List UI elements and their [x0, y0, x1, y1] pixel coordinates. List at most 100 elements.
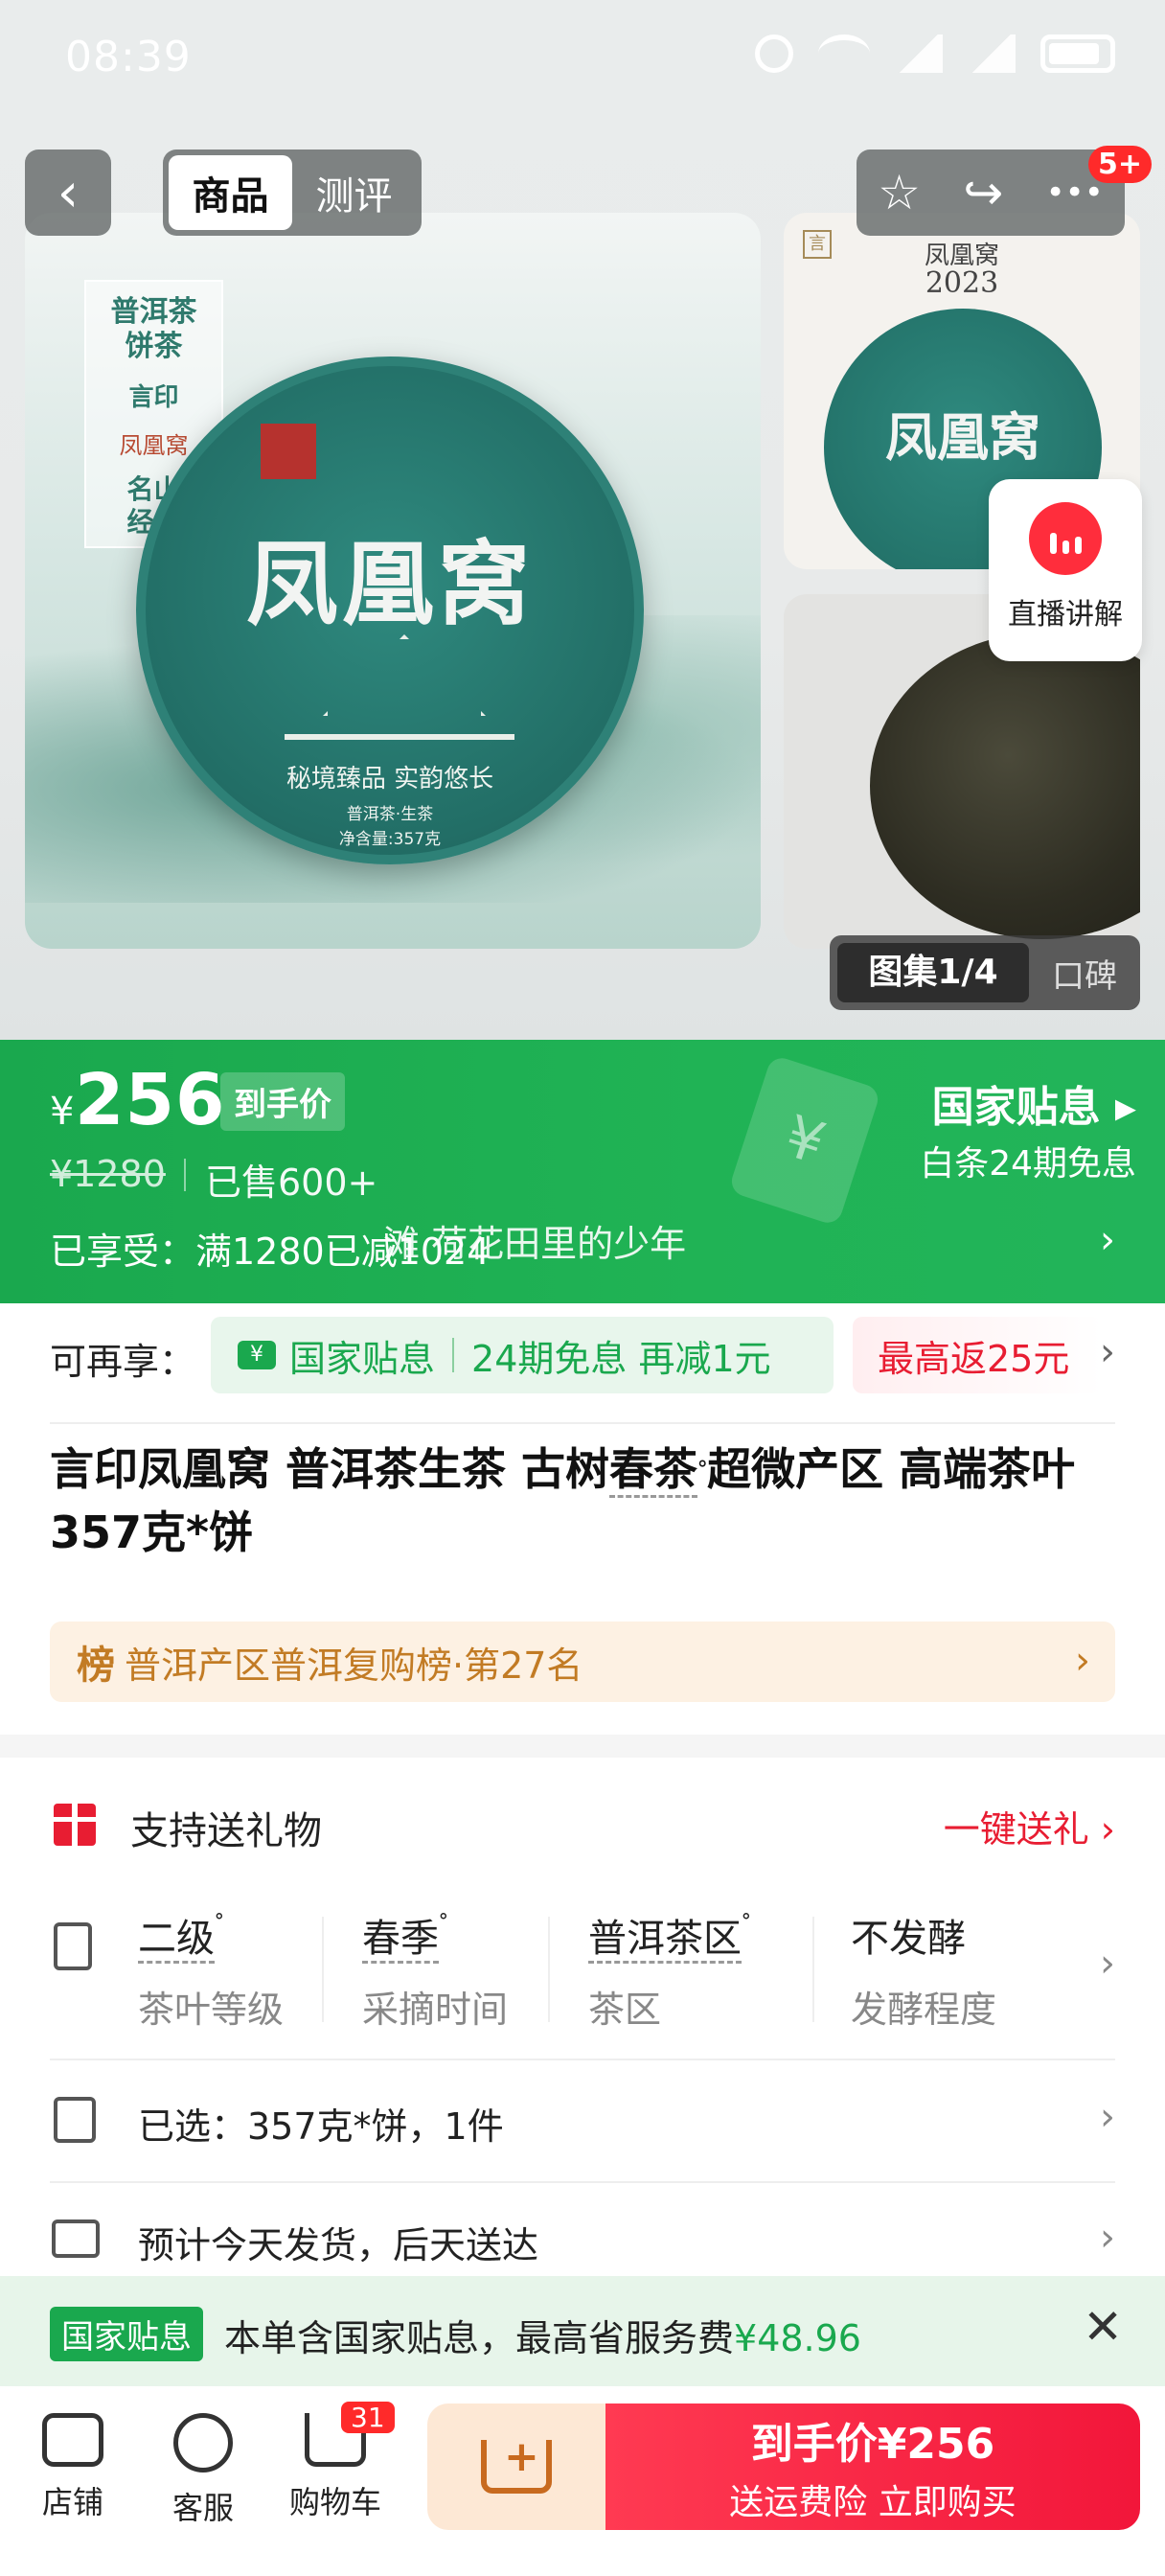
divider [50, 1422, 1115, 1424]
national-subsidy-link[interactable]: 国家贴息 ▸ [932, 1072, 1136, 1134]
installment-info: 白条24期免息 [920, 1144, 1136, 1184]
attributes-row[interactable]: 二级ᐤ 茶叶等级 春季ᐤ 采摘时间 普洱茶区ᐤ 茶区 不发酵 发酵程度 › [0, 1907, 1165, 2032]
subsidy-message: 本单含国家贴息，最高省服务费 [224, 2317, 735, 2359]
divider [548, 1917, 550, 2022]
main-product-image[interactable]: 普洱茶 饼茶 言印 凤凰窝 名山 经典 凤凰窝 秘境臻品 实韵悠长 普洱茶·生茶… [25, 213, 761, 949]
coupon-icon: ¥ [727, 1054, 882, 1227]
cake-small-text: 普洱茶·生茶 净含量:357克 [338, 805, 442, 849]
thumb-cake-title: 凤凰窝 [885, 406, 1040, 468]
attribute-fermentation[interactable]: 不发酵 发酵程度 [851, 1907, 1071, 2032]
signal-icon [895, 34, 943, 73]
tab-product[interactable]: 商品 [169, 155, 292, 230]
search-icon: ᐤ [742, 1907, 751, 1934]
product-title: 言印凤凰窝 普洱茶生茶 古树春茶ᐤ超微产区 高端茶叶 357克*饼 [50, 1438, 1115, 1564]
cart-count-badge: 31 [341, 2402, 395, 2433]
currency-symbol: ¥ [50, 1090, 75, 1134]
tab-review[interactable]: 测评 [292, 155, 416, 230]
price-banner: ¥ 256 到手价 ¥1280 已售600+ ¥ 国家贴息 ▸ 白条24期免息 … [0, 1040, 1165, 1303]
wifi-icon [818, 34, 870, 73]
gift-icon [54, 1804, 96, 1846]
section-gap [0, 1735, 1165, 1758]
divider [452, 1338, 455, 1372]
chevron-right-icon[interactable]: › [1100, 2216, 1115, 2260]
attribute-value: 不发酵 [851, 1917, 966, 1961]
installment-chip-label: 24期免息 再减1元 [471, 1337, 771, 1380]
buy-label: 送运费险 立即购买 [729, 2483, 1017, 2522]
subsidy-banner: 国家贴息 本单含国家贴息，最高省服务费¥48.96 ✕ [0, 2276, 1165, 2386]
reviews-tab[interactable]: 口碑 [1029, 950, 1140, 997]
bottom-action-bar: 店铺 客服 31 购物车 到手价¥256 送运费险 立即购买 [0, 2386, 1165, 2576]
battery-icon [1040, 34, 1115, 73]
divider [812, 1917, 814, 2022]
back-button[interactable]: ‹ [25, 150, 111, 236]
cashback-chip[interactable]: 最高返25元 [853, 1317, 1102, 1393]
divider [50, 2058, 1115, 2060]
cart-button[interactable]: 31 购物车 [278, 2402, 395, 2522]
extra-label: 可再享： [50, 1341, 196, 1383]
status-icons [755, 34, 1115, 73]
selected-text: 已选：357克*饼，1件 [138, 2105, 504, 2148]
thumb-year: 2023 [925, 266, 999, 300]
subsidy-chip-label: 国家贴息 [289, 1337, 436, 1380]
delivery-text: 预计今天发货，后天送达 [138, 2224, 539, 2266]
buy-price: 到手价¥256 [750, 2420, 995, 2469]
gift-row[interactable]: 支持送礼物 一键送礼 › [0, 1781, 1165, 1867]
signal-icon-2 [968, 34, 1016, 73]
product-gallery[interactable]: 普洱茶 饼茶 言印 凤凰窝 名山 经典 凤凰窝 秘境臻品 实韵悠长 普洱茶·生茶… [0, 0, 1165, 1040]
label-line-1: 普洱茶 饼茶 [110, 295, 197, 363]
label-line-3: 凤凰窝 [119, 432, 189, 459]
buy-now-button[interactable]: 到手价¥256 送运费险 立即购买 [605, 2404, 1140, 2530]
title-keyword[interactable]: 春茶 [609, 1443, 698, 1498]
gallery-index[interactable]: 图集1/4 [837, 943, 1029, 1002]
add-to-cart-button[interactable] [427, 2404, 605, 2530]
chevron-right-icon[interactable]: › [1100, 1942, 1115, 1986]
attribute-value: 春季 [362, 1917, 439, 1964]
ranking-bar[interactable]: 榜 普洱产区普洱复购榜·第27名 › [50, 1622, 1115, 1702]
final-price: 256 [75, 1059, 226, 1141]
extra-benefits[interactable]: 可再享： ¥ 国家贴息 24期免息 再减1元 最高返25元 › [0, 1303, 1165, 1409]
sold-count: 已售600+ [205, 1162, 378, 1204]
gallery-counter[interactable]: 图集1/4 口碑 [830, 935, 1140, 1010]
truck-icon [52, 2220, 100, 2258]
nav-tabs: 商品 测评 [163, 150, 422, 236]
gift-label: 支持送礼物 [130, 1809, 322, 1853]
search-icon: ᐤ [215, 1907, 224, 1934]
checklist-icon [54, 2097, 96, 2143]
send-gift-button[interactable]: 一键送礼 › [944, 1800, 1115, 1852]
label-line-2: 言印 [128, 383, 179, 412]
live-label: 直播讲解 [1008, 598, 1123, 632]
nav-actions: ☆ ↪ ••• [857, 150, 1125, 236]
selected-row[interactable]: 已选：357克*饼，1件 › [0, 2085, 1165, 2162]
customer-service-button[interactable]: 客服 [146, 2413, 261, 2528]
status-time: 08:39 [65, 33, 192, 81]
ranking-text: 普洱产区普洱复购榜·第27名 [125, 1644, 583, 1687]
chevron-right-icon[interactable]: › [1100, 1218, 1115, 1262]
subsidy-amount: ¥48.96 [734, 2317, 861, 2359]
tea-cake-image: 凤凰窝 秘境臻品 实韵悠长 普洱茶·生茶 净含量:357克 [136, 356, 644, 864]
star-icon[interactable]: ☆ [878, 165, 921, 220]
attribute-region[interactable]: 普洱茶区ᐤ 茶区 [588, 1907, 809, 2032]
delivery-row[interactable]: 预计今天发货，后天送达 › [0, 2206, 1165, 2273]
shop-button[interactable]: 店铺 [15, 2413, 130, 2522]
smile-icon [173, 2413, 233, 2472]
chevron-right-icon[interactable]: › [1100, 2095, 1115, 2139]
attribute-key: 茶叶等级 [138, 1989, 285, 2031]
share-icon[interactable]: ↪ [963, 165, 1003, 220]
attribute-grade[interactable]: 二级ᐤ 茶叶等级 [138, 1907, 358, 2032]
live-explain-button[interactable]: 直播讲解 [989, 479, 1142, 661]
divider [50, 2181, 1115, 2183]
red-seal-icon [261, 424, 316, 479]
divider [322, 1917, 324, 2022]
status-bar: 08:39 [0, 0, 1165, 115]
chevron-right-icon[interactable]: › [1100, 1330, 1115, 1374]
close-icon[interactable]: ✕ [1083, 2299, 1123, 2355]
live-icon [1029, 502, 1102, 575]
notification-badge: 5+ [1087, 146, 1152, 183]
final-price-tag: 到手价 [220, 1072, 345, 1131]
temple-illustration [285, 634, 514, 740]
subsidy-chip[interactable]: ¥ 国家贴息 24期免息 再减1元 [211, 1317, 834, 1393]
service-label: 客服 [171, 2490, 234, 2526]
subsidy-text: 本单含国家贴息，最高省服务费¥48.96 [224, 2309, 861, 2361]
music-overlay-text: 滩 荷花田里的少年 [383, 1223, 687, 1265]
chevron-right-icon: › [1075, 1639, 1090, 1683]
